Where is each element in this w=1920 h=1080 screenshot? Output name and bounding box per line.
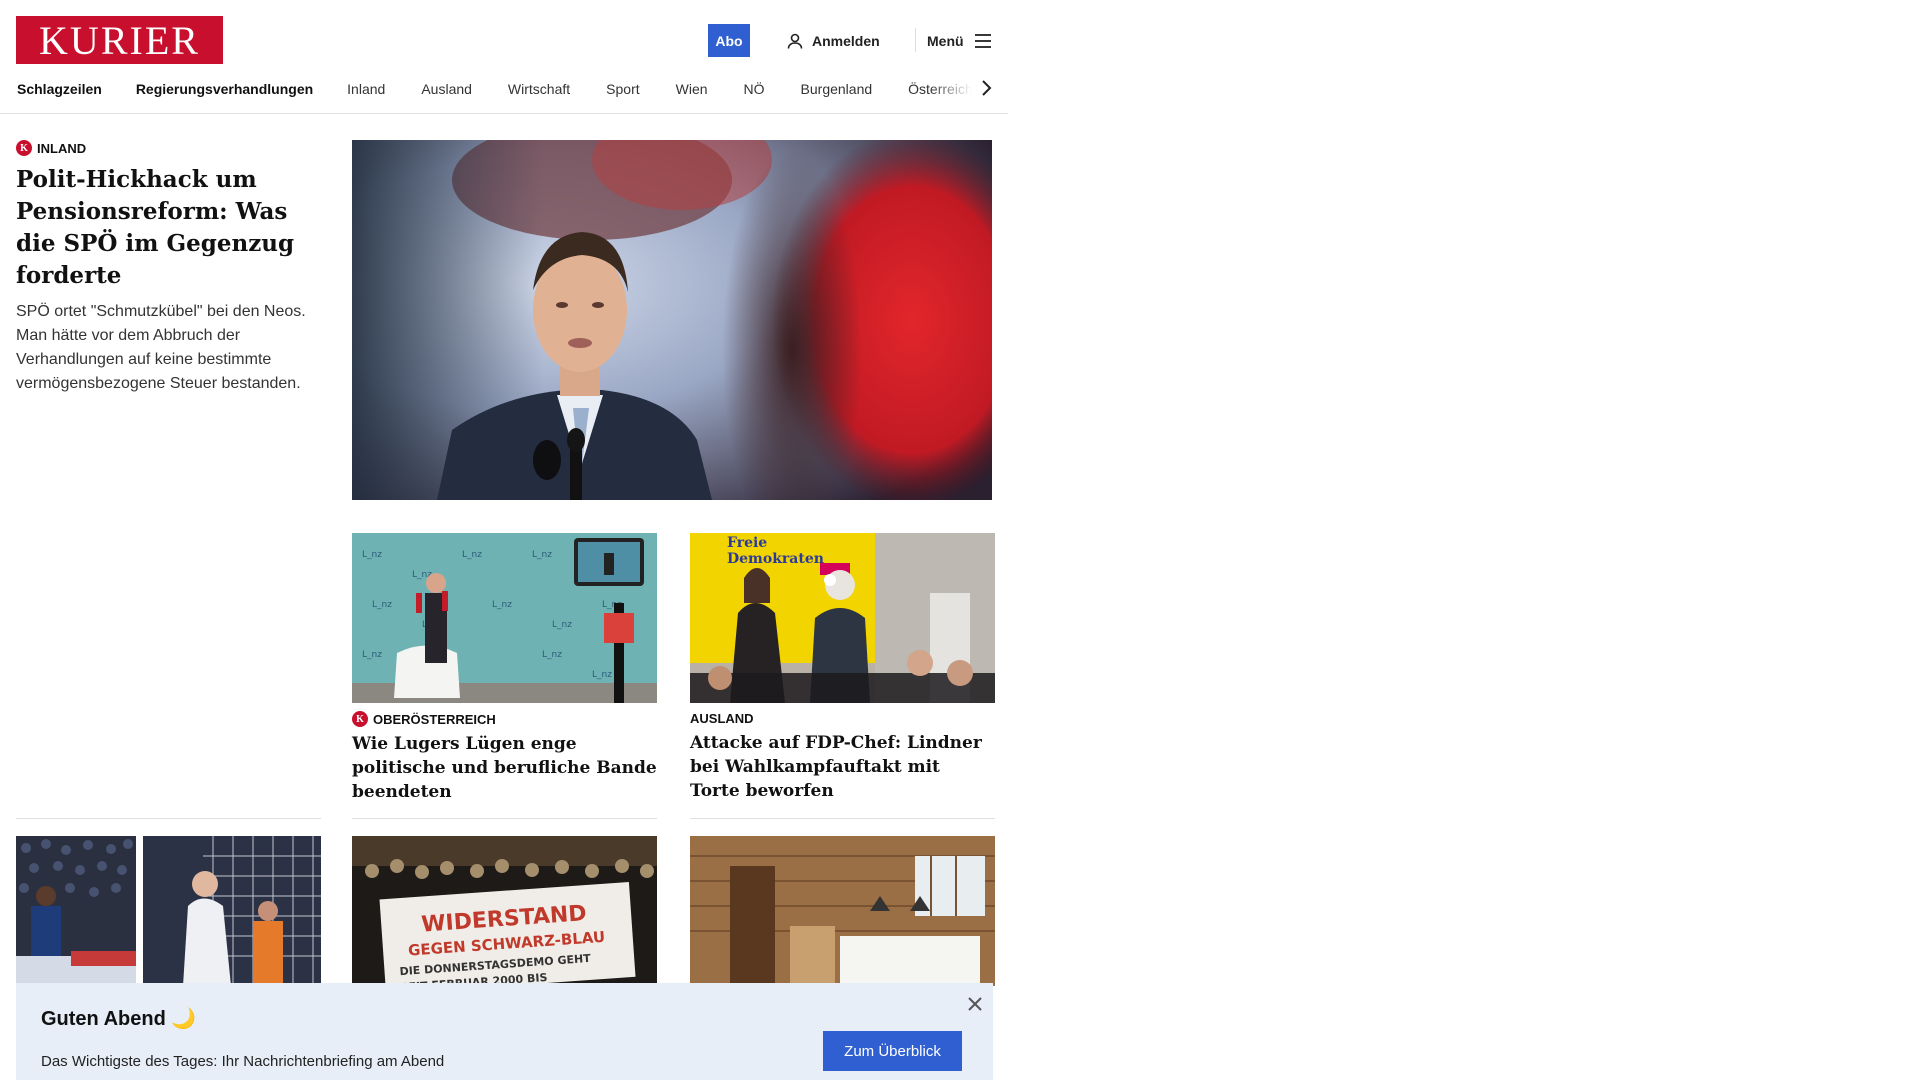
football-player-photo — [143, 836, 321, 986]
user-icon — [787, 33, 803, 49]
banner-title-text: Guten Abend — [41, 1008, 166, 1030]
football-fans-photo — [16, 836, 136, 986]
card-divider — [352, 818, 657, 819]
article-thumbnail[interactable]: Freie Demokraten — [690, 533, 995, 703]
card-divider — [690, 818, 995, 819]
article-thumbnail[interactable] — [143, 836, 321, 986]
hero-photo — [352, 140, 992, 500]
section-nav: Schlagzeilen Regierungsverhandlungen Inl… — [0, 76, 1008, 102]
nav-item-noe[interactable]: NÖ — [744, 81, 765, 97]
abo-button[interactable]: Abo — [708, 24, 750, 57]
lead-teaser: SPÖ ortet "Schmutzkübel" bei den Neos. M… — [16, 303, 306, 392]
chevron-right-icon[interactable] — [976, 78, 996, 98]
kurier-logo[interactable]: KURIER — [16, 16, 223, 64]
card-headline[interactable]: Wie Lugers Lügen enge politische und ber… — [352, 732, 657, 804]
hamburger-icon — [974, 33, 991, 48]
article-thumbnail[interactable] — [16, 836, 136, 986]
login-label: Anmelden — [812, 32, 880, 49]
svg-text:L_nz: L_nz — [532, 550, 552, 560]
banner-subtitle: Das Wichtigste des Tages: Ihr Nachrichte… — [41, 1053, 445, 1070]
fdp-event-photo: Freie Demokraten — [690, 533, 995, 703]
svg-text:L_nz: L_nz — [492, 600, 512, 610]
article-card[interactable]: L_nz L_nz L_nz L_nz L_nz L_nz L_nz L_nz L_nz L_n… — [352, 533, 657, 804]
protest-photo: WIDERSTAND GEGEN SCHWARZ-BLAU DIE DONNER… — [352, 836, 657, 986]
article-thumbnail[interactable]: WIDERSTAND GEGEN SCHWARZ-BLAU DIE DONNER… — [352, 836, 657, 986]
briefing-overview-button[interactable]: Zum Überblick — [823, 1031, 962, 1071]
card-kicker: AUSLAND — [690, 711, 995, 726]
svg-text:L_nz: L_nz — [592, 670, 612, 680]
page: KURIER Abo Anmelden Menü Schlagzeilen Re… — [0, 0, 1008, 1080]
card-divider — [16, 818, 321, 819]
lead-image[interactable] — [352, 140, 992, 500]
nav-item-ausland[interactable]: Ausland — [421, 81, 472, 97]
menu-button[interactable]: Menü — [927, 24, 992, 57]
svg-text:Demokraten: Demokraten — [727, 551, 824, 567]
kurier-plus-icon: K — [16, 140, 32, 156]
svg-text:L_nz: L_nz — [542, 650, 562, 660]
menu-label: Menü — [927, 32, 964, 49]
nav-item-schlagzeilen[interactable]: Schlagzeilen — [17, 81, 102, 97]
nav-item-inland[interactable]: Inland — [347, 81, 385, 97]
banner-title: Guten Abend 🌙 — [41, 1006, 196, 1031]
lead-kicker-label: INLAND — [37, 140, 87, 156]
card-kicker: K OBERÖSTERREICH — [352, 711, 657, 727]
card-kicker-label: AUSLAND — [690, 711, 754, 726]
svg-text:L_nz: L_nz — [552, 620, 572, 630]
svg-text:L_nz: L_nz — [372, 600, 392, 610]
nav-item-sport[interactable]: Sport — [606, 81, 639, 97]
site-header: KURIER Abo Anmelden Menü Schlagzeilen Re… — [0, 0, 1008, 114]
nav-item-regierungsverhandlungen[interactable]: Regierungsverhandlungen — [136, 81, 313, 97]
lead-kicker: K INLAND — [16, 140, 321, 156]
header-divider — [915, 28, 916, 52]
press-conference-photo: L_nzL_nzL_nz L_nz L_nz L_nzL_nzL_nz L_nz L_n… — [352, 533, 657, 703]
lead-article[interactable]: K INLAND Polit-Hickhack um Pensionsrefor… — [16, 140, 321, 396]
nav-item-burgenland[interactable]: Burgenland — [801, 81, 873, 97]
evening-briefing-banner: Guten Abend 🌙 Das Wichtigste des Tages: … — [16, 983, 993, 1080]
restaurant-photo — [690, 836, 995, 986]
svg-text:Freie: Freie — [727, 535, 767, 551]
close-icon[interactable] — [966, 995, 984, 1013]
card-kicker-label: OBERÖSTERREICH — [373, 711, 496, 727]
article-thumbnail[interactable] — [690, 836, 995, 986]
nav-item-wien[interactable]: Wien — [676, 81, 708, 97]
svg-text:L_nz: L_nz — [362, 650, 382, 660]
article-thumbnail[interactable]: L_nz L_nz L_nz L_nz L_nz L_nz L_nz L_nz L_nz L_n… — [352, 533, 657, 703]
svg-text:L_nz: L_nz — [462, 550, 482, 560]
kurier-plus-icon: K — [352, 711, 368, 727]
lead-headline[interactable]: Polit-Hickhack um Pensionsreform: Was di… — [16, 164, 321, 292]
moon-icon: 🌙 — [171, 1008, 197, 1030]
nav-item-wirtschaft[interactable]: Wirtschaft — [508, 81, 570, 97]
login-button[interactable]: Anmelden — [786, 24, 880, 57]
article-card[interactable]: Freie Demokraten AUSLAND Attacke auf FDP… — [690, 533, 995, 803]
svg-text:L_nz: L_nz — [362, 550, 382, 560]
card-headline[interactable]: Attacke auf FDP-Chef: Lindner bei Wahlka… — [690, 731, 995, 803]
